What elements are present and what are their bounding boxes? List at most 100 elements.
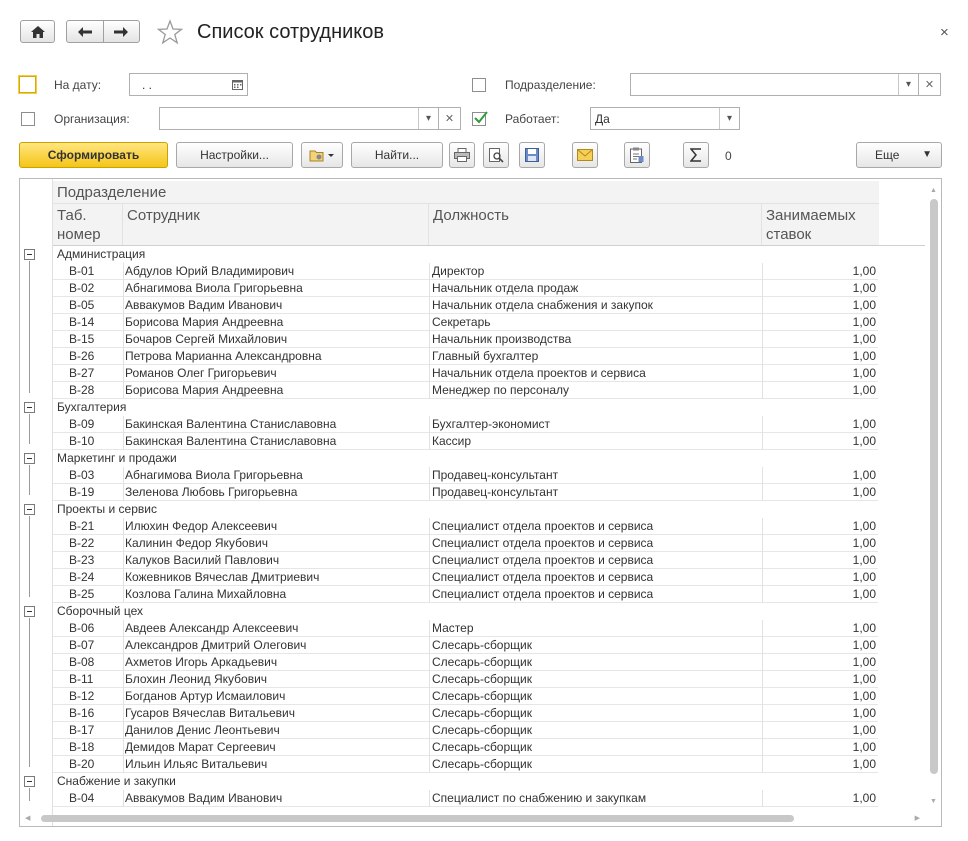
cell-employee: Абдулов Юрий Владимирович [125,264,295,278]
scroll-left-icon[interactable]: ◀ [25,814,30,822]
save-button[interactable] [519,142,545,168]
cell-rate: 1,00 [852,264,876,278]
column-header-rates: Занимаемых ставок [762,204,879,245]
cell-tab-number: В-04 [69,791,95,805]
cell-employee: Ильин Ильяс Витальевич [125,757,268,771]
department-clear-button[interactable]: ✕ [919,73,941,96]
scroll-down-icon[interactable]: ▼ [930,798,937,805]
column-divider [762,297,763,314]
report-settings-button[interactable] [624,142,650,168]
sum-button[interactable] [683,142,709,168]
variants-menu-button[interactable] [301,142,343,168]
column-divider [429,416,430,433]
scroll-up-icon[interactable]: ▲ [930,187,937,194]
scroll-right-icon[interactable]: ▶ [915,814,920,822]
forward-button[interactable] [104,21,140,42]
table-row: В-12 Богданов Артур Исмаилович Слесарь-сбо… [53,688,878,705]
organization-filter-checkbox[interactable] [21,112,35,126]
column-divider [762,739,763,756]
department-filter-checkbox[interactable] [472,78,486,92]
date-filter-checkbox[interactable] [19,76,36,93]
table-row: В-08 Ахметов Игорь Аркадьевич Слесарь-сбор… [53,654,878,671]
send-email-button[interactable] [572,142,598,168]
group-row: Сборочный цех [53,603,878,620]
organization-field[interactable]: ▾ [159,107,439,130]
cell-rate: 1,00 [852,638,876,652]
column-divider [429,263,430,280]
calendar-icon[interactable] [227,74,247,95]
column-divider [429,739,430,756]
cell-employee: Абнагимова Виола Григорьевна [125,281,303,295]
cell-tab-number: В-19 [69,485,95,499]
cell-position: Менеджер по персоналу [432,383,570,397]
vertical-scroll-thumb[interactable] [930,199,938,774]
date-field[interactable]: . . [129,73,248,96]
collapse-group-icon[interactable] [24,402,35,413]
column-divider [123,739,124,756]
column-divider [429,467,430,484]
more-button[interactable]: Еще ▼ [856,142,942,168]
cell-employee: Ахметов Игорь Аркадьевич [125,655,278,669]
favorite-star-icon[interactable] [156,19,184,48]
column-divider [762,467,763,484]
department-field[interactable]: ▾ [630,73,919,96]
column-divider [762,688,763,705]
collapse-group-icon[interactable] [24,249,35,260]
generate-button[interactable]: Сформировать [19,142,168,168]
cell-position: Слесарь-сборщик [432,706,532,720]
column-divider [123,433,124,450]
horizontal-scroll-thumb[interactable] [41,815,794,822]
group-row: Маркетинг и продажи [53,450,878,467]
group-row: Бухгалтерия [53,399,878,416]
column-divider [123,688,124,705]
settings-button[interactable]: Настройки... [176,142,293,168]
print-preview-icon [488,147,504,163]
table-row: В-28 Борисова Мария Андреевна Менеджер по … [53,382,878,399]
collapse-group-icon[interactable] [24,504,35,515]
history-navigation [66,20,140,43]
report-spreadsheet[interactable]: Подразделение Таб. номер Сотрудник Должн… [19,178,942,827]
organization-clear-button[interactable]: ✕ [439,107,461,130]
cell-tab-number: В-03 [69,468,95,482]
cell-rate: 1,00 [852,485,876,499]
cell-employee: Аввакумов Вадим Иванович [125,298,283,312]
column-divider [762,331,763,348]
cell-employee: Романов Олег Григорьевич [125,366,277,380]
preview-button[interactable] [483,142,509,168]
find-button[interactable]: Найти... [351,142,443,168]
column-divider [429,620,430,637]
cell-rate: 1,00 [852,315,876,329]
horizontal-scrollbar[interactable]: ◀ ▶ [25,814,920,823]
column-divider [123,722,124,739]
chevron-down-icon[interactable]: ▾ [418,108,438,129]
cell-rate: 1,00 [852,383,876,397]
chevron-down-icon[interactable]: ▾ [898,74,918,95]
working-value: Да [595,112,610,126]
table-row: В-20 Ильин Ильяс Витальевич Слесарь-сборщи… [53,756,878,773]
cell-tab-number: В-14 [69,315,95,329]
working-filter-checkbox[interactable] [472,111,488,126]
print-button[interactable] [449,142,475,168]
column-divider [123,790,124,807]
back-button[interactable] [67,21,104,42]
collapse-group-icon[interactable] [24,606,35,617]
working-select[interactable]: Да ▾ [590,107,740,130]
col-tab-line2: номер [57,226,101,243]
column-divider [762,382,763,399]
home-button[interactable] [20,20,55,43]
cell-tab-number: В-25 [69,587,95,601]
envelope-icon [577,149,593,161]
cell-tab-number: В-27 [69,366,95,380]
more-label: Еще [875,148,900,162]
column-divider [762,348,763,365]
cell-tab-number: В-11 [69,672,94,686]
chevron-down-icon[interactable]: ▾ [719,108,739,129]
collapse-group-icon[interactable] [24,453,35,464]
collapse-group-icon[interactable] [24,776,35,787]
cell-tab-number: В-01 [69,264,95,278]
cell-position: Бухгалтер-экономист [432,417,551,431]
vertical-scrollbar[interactable]: ▲ ▼ [929,187,938,805]
close-icon[interactable]: × [940,24,949,41]
column-divider [762,654,763,671]
date-label: На дату: [54,78,102,92]
